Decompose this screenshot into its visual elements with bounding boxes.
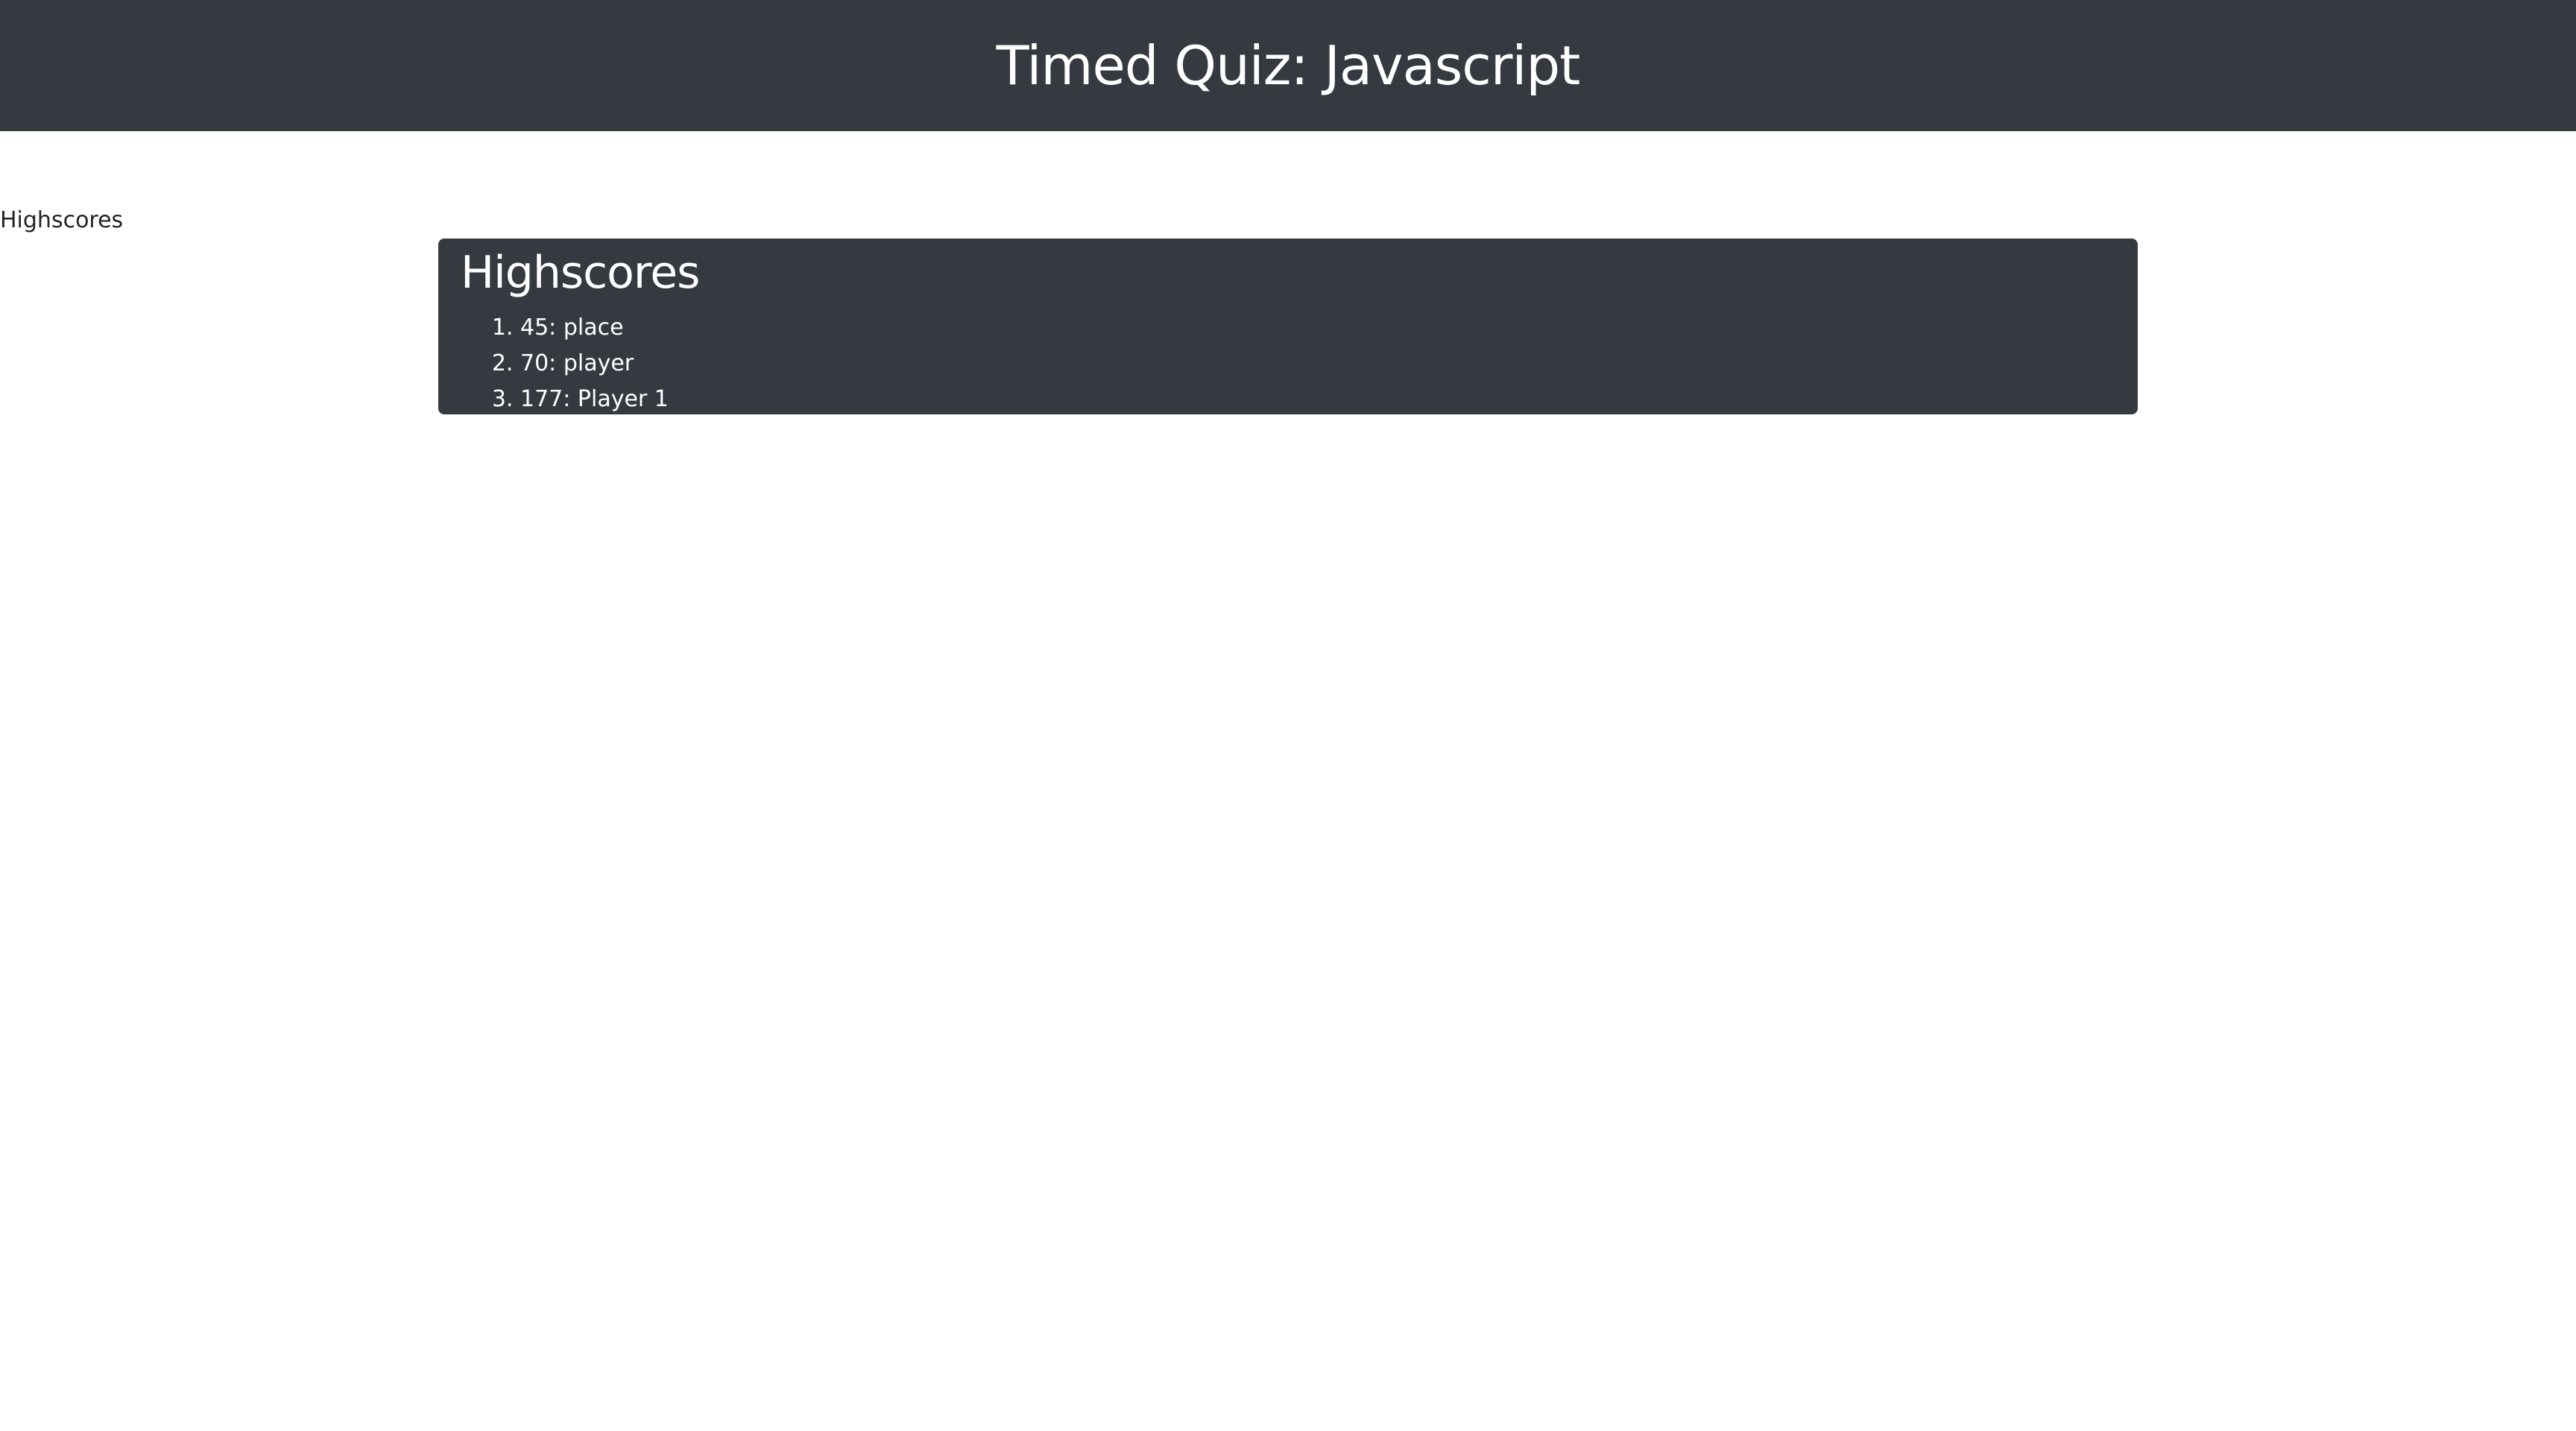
list-item: 177: Player 1 [520, 382, 2115, 414]
highscores-card: Highscores 45: place 70: player 177: Pla… [438, 238, 2138, 414]
list-item: 70: player [520, 346, 2115, 382]
page-header: Timed Quiz: Javascript [0, 0, 2576, 131]
list-item: 45: place [520, 310, 2115, 346]
highscores-link[interactable]: Highscores [0, 206, 123, 236]
highscores-heading: Highscores [461, 247, 700, 299]
page-title: Timed Quiz: Javascript [996, 34, 1581, 97]
highscores-list: 45: place 70: player 177: Player 1 [461, 310, 2115, 414]
